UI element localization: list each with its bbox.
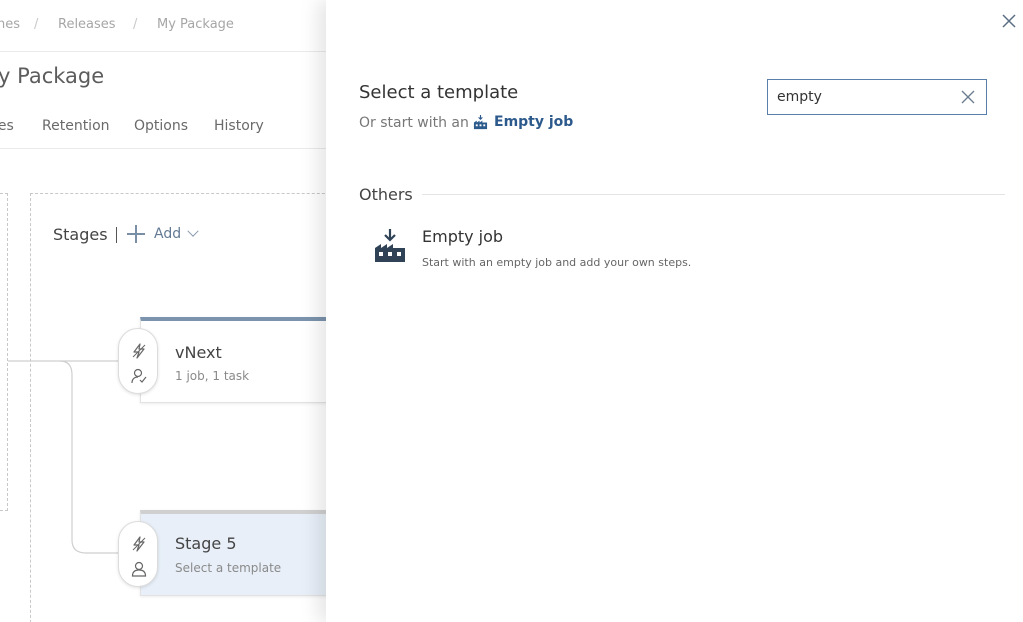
approvers-icon[interactable] (130, 367, 148, 385)
template-search-input[interactable] (768, 80, 954, 114)
pipeline-editor-background: nes / Releases / My Package y Package le… (0, 0, 326, 622)
template-group-label: Others (359, 185, 413, 204)
stage-card-stage-5[interactable]: Stage 5 Select a template (140, 510, 326, 596)
template-search (767, 79, 987, 115)
close-icon[interactable] (1000, 12, 1018, 30)
pre-deployment-conditions-icon[interactable] (130, 342, 148, 360)
select-template-panel: Select a template Or start with an Empty… (326, 0, 1023, 622)
group-divider (422, 194, 1005, 195)
stage-summary: 1 job, 1 task (175, 369, 250, 383)
empty-job-icon (375, 229, 405, 262)
stage-summary: Select a template (175, 561, 282, 575)
panel-title: Select a template (359, 82, 519, 103)
stage-name: vNext (175, 343, 222, 362)
stage-conditions-pill (118, 328, 158, 394)
empty-job-link[interactable]: Empty job (473, 114, 573, 130)
start-with-text: Or start with an (359, 115, 469, 131)
stage-conditions-pill (118, 521, 158, 587)
approvers-icon[interactable] (130, 560, 148, 578)
template-name: Empty job (422, 227, 504, 246)
search-clear-icon[interactable] (961, 90, 975, 104)
template-description: Start with an empty job and add your own… (422, 256, 692, 269)
empty-job-icon (473, 114, 488, 129)
pre-deployment-conditions-icon[interactable] (130, 535, 148, 553)
release-pipeline-editor: nes / Releases / My Package y Package le… (0, 0, 1023, 622)
stage-name: Stage 5 (175, 534, 237, 553)
template-item-empty-job[interactable]: Empty job Start with an empty job and ad… (359, 222, 959, 272)
stage-card-vnext[interactable]: vNext 1 job, 1 task (140, 317, 326, 403)
empty-job-link-label: Empty job (494, 114, 574, 130)
